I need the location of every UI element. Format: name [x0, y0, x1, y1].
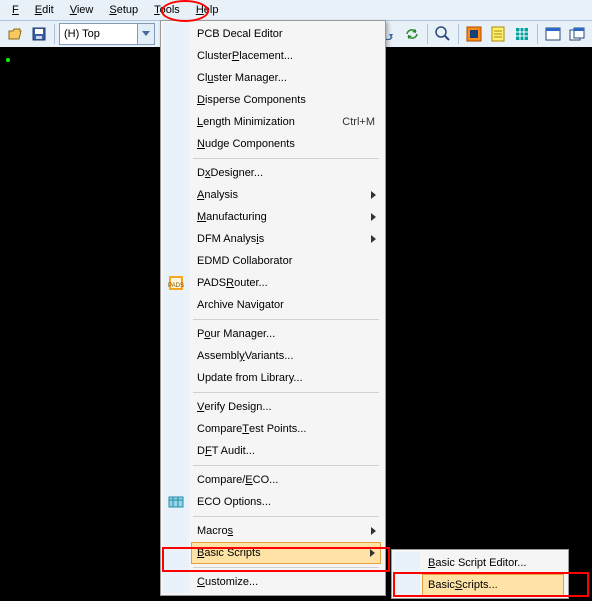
save-icon[interactable] [28, 23, 50, 45]
chevron-right-icon [371, 191, 377, 199]
menu-analysis[interactable]: Analysis [191, 184, 381, 206]
menu-macros[interactable]: Macros [191, 520, 381, 542]
menu-pads-router[interactable]: PADS Router... [191, 272, 381, 294]
menu-eco-options[interactable]: ECO Options... [191, 491, 381, 513]
menu-customize[interactable]: Customize... [191, 571, 381, 593]
submenu-basic-scripts[interactable]: Basic Scripts... [422, 574, 564, 596]
refresh-icon[interactable] [401, 23, 423, 45]
menu-edit[interactable]: Edit [27, 2, 62, 18]
menu-divider [193, 516, 379, 517]
chevron-right-icon [371, 527, 377, 535]
menu-compare-eco[interactable]: Compare/ECO... [191, 469, 381, 491]
open-icon[interactable] [4, 23, 26, 45]
grid-icon[interactable] [511, 23, 533, 45]
basic-scripts-submenu: Basic Script Editor... Basic Scripts... [391, 549, 569, 599]
menu-dxdesigner[interactable]: DxDesigner... [191, 162, 381, 184]
menu-file[interactable]: F [4, 2, 27, 18]
menu-pour-manager[interactable]: Pour Manager... [191, 323, 381, 345]
menu-divider [193, 319, 379, 320]
menu-verify-design[interactable]: Verify Design... [191, 396, 381, 418]
menu-edmd-collaborator[interactable]: EDMD Collaborator [191, 250, 381, 272]
menu-setup[interactable]: Setup [101, 2, 146, 18]
menu-length-minimization[interactable]: Length MinimizationCtrl+M [191, 111, 381, 133]
windows-icon[interactable] [566, 23, 588, 45]
menu-disperse-components[interactable]: Disperse Components [191, 89, 381, 111]
svg-text:PADS: PADS [168, 283, 184, 289]
menu-divider [193, 158, 379, 159]
board-icon[interactable] [463, 23, 485, 45]
eco-options-icon [163, 491, 189, 513]
menu-dft-audit[interactable]: DFT Audit... [191, 440, 381, 462]
chevron-down-icon[interactable] [137, 24, 154, 44]
menu-assembly-variants[interactable]: Assembly Variants... [191, 345, 381, 367]
chevron-right-icon [371, 213, 377, 221]
menu-cluster-manager[interactable]: Cluster Manager... [191, 67, 381, 89]
menu-compare-test-points[interactable]: Compare Test Points... [191, 418, 381, 440]
separator [458, 24, 459, 44]
zoom-icon[interactable] [432, 23, 454, 45]
menu-manufacturing[interactable]: Manufacturing [191, 206, 381, 228]
separator [537, 24, 538, 44]
separator [427, 24, 428, 44]
menubar: F Edit View Setup Tools Help [0, 0, 592, 21]
menu-pcb-decal-editor[interactable]: PCB Decal Editor [191, 23, 381, 45]
menu-dfm-analysis[interactable]: DFM Analysis [191, 228, 381, 250]
menu-basic-scripts[interactable]: Basic Scripts [191, 542, 381, 564]
chevron-right-icon [371, 235, 377, 243]
menu-help[interactable]: Help [188, 2, 227, 18]
menu-cluster-placement[interactable]: Cluster Placement... [191, 45, 381, 67]
menu-archive-navigator[interactable]: Archive Navigator [191, 294, 381, 316]
sheet-icon[interactable] [487, 23, 509, 45]
separator [54, 24, 55, 44]
layer-combo[interactable]: (H) Top [59, 23, 155, 45]
origin-marker [6, 58, 10, 62]
chevron-right-icon [370, 549, 376, 557]
menu-divider [193, 392, 379, 393]
tools-menu: PADS PCB Decal Editor Cluster Placement.… [160, 20, 386, 596]
window-icon[interactable] [542, 23, 564, 45]
menu-divider [193, 465, 379, 466]
layer-combo-text: (H) Top [64, 28, 100, 40]
menu-view[interactable]: View [62, 2, 102, 18]
menu-nudge-components[interactable]: Nudge Components [191, 133, 381, 155]
pads-router-icon: PADS [163, 272, 189, 294]
submenu-basic-script-editor[interactable]: Basic Script Editor... [422, 552, 564, 574]
menu-update-from-library[interactable]: Update from Library... [191, 367, 381, 389]
menu-divider [193, 567, 379, 568]
menu-tools[interactable]: Tools [146, 2, 188, 18]
